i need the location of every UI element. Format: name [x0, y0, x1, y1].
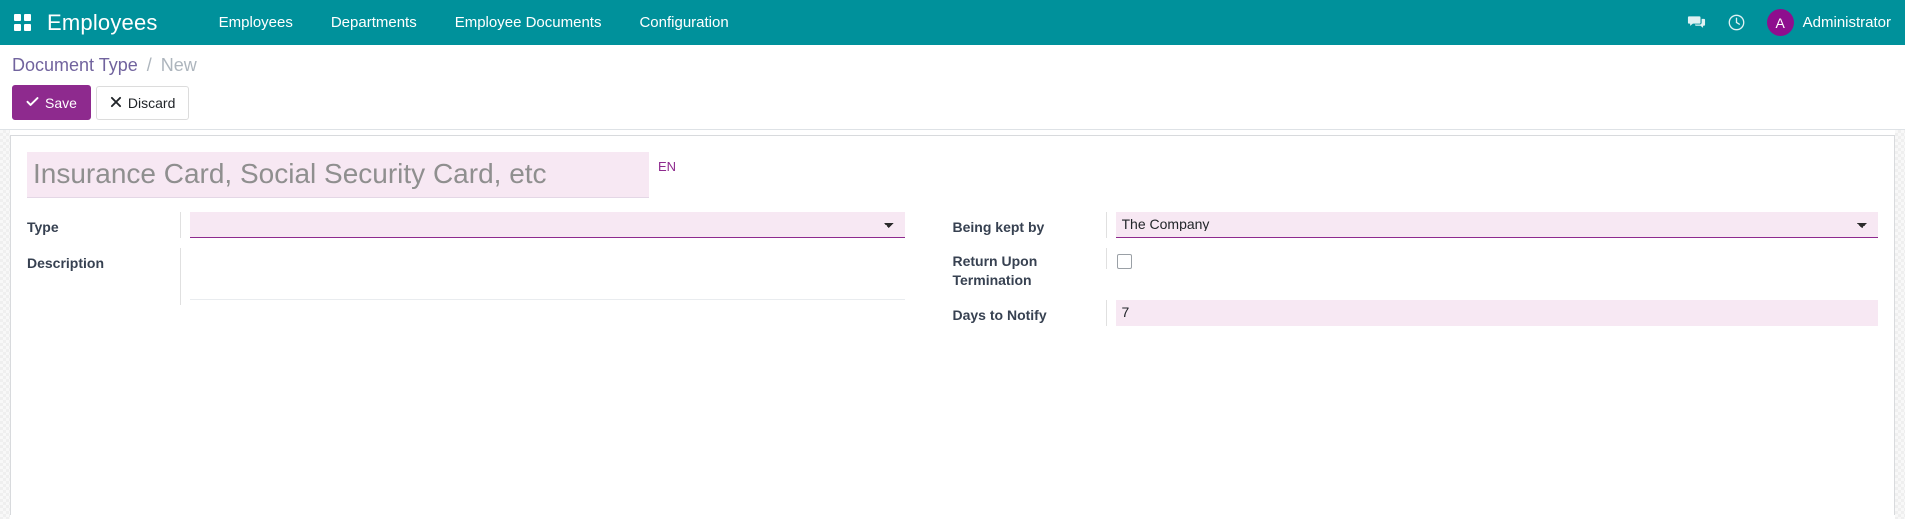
description-textarea[interactable]	[190, 247, 905, 300]
username-label: Administrator	[1802, 14, 1891, 31]
breadcrumb-separator: /	[146, 55, 152, 75]
messages-icon[interactable]	[1677, 0, 1717, 45]
return-upon-termination-checkbox[interactable]	[1116, 253, 1132, 269]
form-columns: Type Description Being kept by The Compa…	[27, 211, 1879, 336]
main-menu: Employees Departments Employee Documents…	[200, 0, 748, 45]
form-sheet: EN Type Description	[10, 135, 1895, 515]
activities-clock-icon[interactable]	[1717, 0, 1757, 45]
menu-item-departments[interactable]: Departments	[312, 0, 436, 45]
form-action-buttons: Save Discard	[12, 85, 1893, 120]
times-icon	[110, 96, 122, 110]
right-page-gutter	[1895, 130, 1905, 519]
field-row-being-kept-by: Being kept by The Company	[952, 211, 1878, 238]
sheet-background: EN Type Description	[10, 130, 1895, 515]
type-value-cell	[180, 211, 905, 238]
control-panel: Document Type / New Save Discard	[0, 45, 1905, 130]
form-column-right: Being kept by The Company Return Upon Te…	[952, 211, 1879, 336]
being-kept-by-label: Being kept by	[952, 218, 1045, 235]
type-label: Type	[27, 218, 59, 235]
days-to-notify-label: Days to Notify	[952, 306, 1047, 323]
apps-grid-glyph	[14, 14, 31, 31]
user-menu[interactable]: A Administrator	[1757, 9, 1891, 36]
field-row-return-upon-termination: Return Upon Termination	[952, 247, 1879, 290]
navbar-right-tools: A Administrator	[1677, 0, 1905, 45]
return-upon-termination-label: Return Upon Termination	[952, 252, 1038, 288]
being-kept-by-value-cell: The Company	[1105, 211, 1878, 238]
menu-item-employees[interactable]: Employees	[200, 0, 312, 45]
form-view-area: EN Type Description	[0, 130, 1905, 519]
title-row: EN	[27, 152, 1878, 198]
field-row-days-to-notify: Days to Notify	[952, 299, 1878, 326]
top-navbar: Employees Employees Departments Employee…	[0, 0, 1905, 45]
save-button-label: Save	[45, 94, 77, 111]
days-to-notify-input[interactable]	[1115, 299, 1878, 326]
field-row-type: Type	[27, 211, 905, 238]
return-upon-termination-value-cell	[1105, 247, 1879, 269]
menu-item-employee-documents[interactable]: Employee Documents	[436, 0, 621, 45]
left-page-gutter	[0, 130, 10, 519]
apps-grid-icon[interactable]	[0, 0, 45, 45]
app-brand-employees[interactable]: Employees	[45, 10, 168, 36]
discard-button[interactable]: Discard	[95, 85, 190, 120]
save-button[interactable]: Save	[12, 85, 91, 120]
description-label: Description	[27, 254, 105, 271]
document-type-name-field	[27, 152, 649, 198]
language-badge-en[interactable]: EN	[653, 158, 682, 175]
breadcrumb-item-new: New	[160, 55, 197, 75]
check-icon	[26, 95, 39, 110]
field-row-description: Description	[27, 247, 905, 305]
avatar: A	[1766, 9, 1794, 36]
breadcrumb: Document Type / New	[12, 53, 1893, 77]
breadcrumb-item-document-type[interactable]: Document Type	[12, 55, 138, 75]
being-kept-by-select[interactable]: The Company	[1115, 211, 1878, 238]
form-column-left: Type Description	[27, 211, 953, 336]
description-value-cell	[180, 247, 905, 305]
document-type-name-input[interactable]	[27, 152, 649, 198]
discard-button-label: Discard	[127, 94, 176, 111]
days-to-notify-value-cell	[1105, 299, 1878, 326]
menu-item-configuration[interactable]: Configuration	[620, 0, 747, 45]
type-select[interactable]	[190, 211, 905, 238]
